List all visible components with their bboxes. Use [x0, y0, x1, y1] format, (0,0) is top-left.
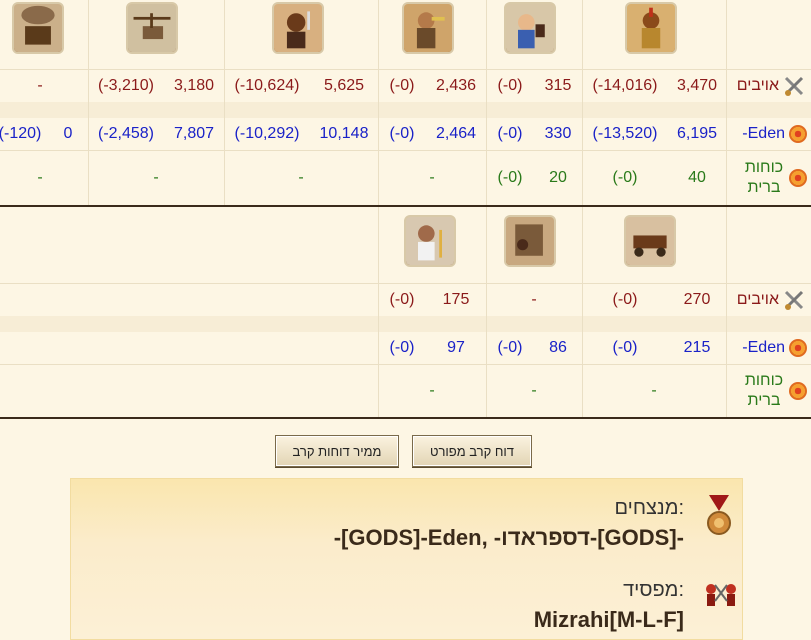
cell: (-0)	[497, 169, 523, 186]
target-badge-icon	[789, 169, 807, 187]
unit-header-row	[0, 0, 811, 70]
cell: 3,470	[676, 77, 718, 94]
cell: (-10,624)	[234, 77, 300, 94]
cell: -	[531, 382, 537, 399]
crossed-swords-icon	[783, 75, 805, 97]
cell: (-0)	[612, 339, 638, 356]
cell: -	[37, 169, 43, 186]
eden-label: -Eden	[742, 125, 785, 142]
target-badge-icon	[789, 382, 807, 400]
cell: (-0)	[389, 291, 415, 308]
cell: 20	[549, 169, 567, 186]
cell: 0	[63, 125, 73, 142]
unit-header-row	[0, 207, 811, 283]
cell: (-0)	[497, 339, 523, 356]
cell: (-0)	[389, 339, 415, 356]
fighters-icon	[701, 579, 741, 609]
cell: 40	[688, 169, 706, 186]
cell: (-14,016)	[592, 77, 658, 94]
cell: 315	[544, 77, 572, 94]
cell: 3,180	[173, 77, 215, 94]
cell: 330	[544, 125, 572, 142]
cell: (-0)	[389, 125, 415, 142]
unit-ram-icon	[624, 215, 676, 267]
cell: (-0)	[497, 77, 523, 94]
unit-doctor-icon	[404, 215, 456, 267]
medal-icon	[705, 495, 733, 537]
cell: 2,464	[435, 125, 477, 142]
cell: 5,625	[323, 77, 365, 94]
cell: (-0)	[389, 77, 415, 94]
cell: (-0)	[497, 125, 523, 142]
enemies-side-label: אויבים	[737, 70, 805, 102]
unit-catapult-icon	[504, 215, 556, 267]
cell: (-10,292)	[234, 125, 300, 142]
eden-row: -Eden 6,195 (-13,520) 330 (-0) 2,464 (-0…	[0, 118, 811, 150]
cell: 2,436	[435, 77, 477, 94]
target-badge-icon	[789, 125, 807, 143]
cell: -	[298, 169, 304, 186]
winners-value: -[GODS]-Eden, -דספראדו-[GODS]-	[333, 525, 684, 550]
cell: 215	[683, 339, 711, 356]
crossed-swords-icon	[783, 289, 805, 311]
eden-label: -Eden	[742, 339, 785, 356]
cell: 6,195	[676, 125, 718, 142]
cell: 10,148	[319, 125, 369, 142]
enemies-label: אויבים	[736, 77, 779, 94]
allies-row: כוחות ברית 40 (-0) 20 (-0) - - - -	[0, 151, 811, 205]
unit-warrior-icon	[272, 2, 324, 54]
cell: (-0)	[612, 291, 638, 308]
enemies-side-label: אויבים	[737, 284, 805, 316]
allies-label: כוחות ברית	[744, 372, 784, 409]
unit-trumpeter-icon	[402, 2, 454, 54]
cell: (-2,458)	[97, 125, 155, 142]
allies-side-label: כוחות ברית	[743, 365, 807, 417]
eden-side-label: -Eden	[742, 118, 807, 150]
cell: (-0)	[612, 169, 638, 186]
loser-label: מפסיד:	[623, 579, 684, 601]
unit-slinger-icon	[504, 2, 556, 54]
battle-summary-panel: מנצחים: -[GODS]-Eden, -דספראדו-[GODS]- מ…	[70, 478, 743, 640]
cell: 7,807	[173, 125, 215, 142]
winners-label: מנצחים:	[614, 497, 684, 519]
cell: -	[429, 382, 435, 399]
unit-gyrocopter-icon	[126, 2, 178, 54]
cell: (-3,210)	[97, 77, 155, 94]
allies-side-label: כוחות ברית	[743, 151, 807, 205]
cell: 175	[442, 291, 470, 308]
cell: 270	[683, 291, 711, 308]
cell: -	[153, 169, 159, 186]
report-converter-button[interactable]: ממיר דוחות קרב	[275, 435, 399, 467]
cell: (-13,520)	[592, 125, 658, 142]
unit-hoplite-icon	[625, 2, 677, 54]
enemies-row: אויבים 3,470 (-14,016) 315 (-0) 2,436 (-…	[0, 70, 811, 102]
target-badge-icon	[789, 339, 807, 357]
enemies-label: אויבים	[736, 291, 779, 308]
eden-row: -Eden 215 (-0) 86 (-0) 97 (-0)	[0, 332, 811, 364]
eden-side-label: -Eden	[742, 332, 807, 364]
allies-label: כוחות ברית	[744, 159, 784, 196]
cell: 97	[447, 339, 465, 356]
cell: -	[531, 291, 537, 308]
unit-balloon-icon	[12, 2, 64, 54]
cell: -	[37, 77, 43, 94]
cell: -	[429, 169, 435, 186]
detailed-report-button[interactable]: דוח קרב מפורט	[412, 435, 532, 467]
allies-row: כוחות ברית - - -	[0, 365, 811, 417]
cell: -	[651, 382, 657, 399]
enemies-row: אויבים 270 (-0) - 175 (-0)	[0, 284, 811, 316]
loser-value: Mizrahi[M-L-F]	[533, 607, 684, 632]
cell: (-120)	[0, 125, 42, 142]
cell: 86	[549, 339, 567, 356]
